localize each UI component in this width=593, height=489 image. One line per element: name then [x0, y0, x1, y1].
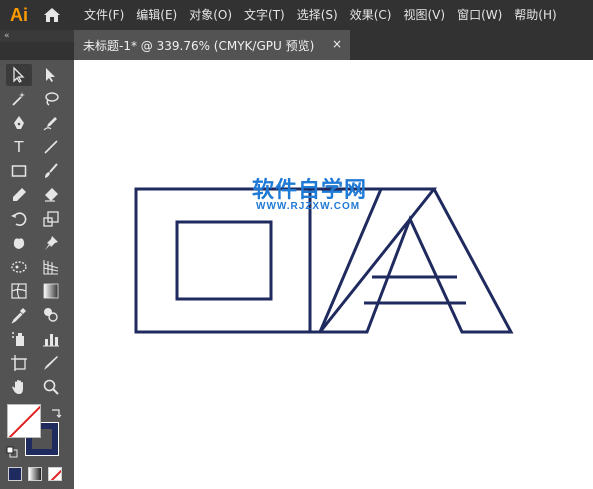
scale-tool[interactable]: [38, 208, 64, 230]
eraser-icon: [45, 188, 58, 202]
home-button[interactable]: [38, 0, 66, 30]
none-slash-icon: [8, 405, 40, 437]
puppet-warp-tool[interactable]: [38, 232, 64, 254]
warp-hand-icon: [13, 238, 25, 249]
column-graph-icon: [43, 334, 59, 347]
pen-tool[interactable]: [6, 112, 32, 134]
free-transform-icon: [11, 261, 27, 273]
eyedropper-tool[interactable]: [6, 304, 32, 326]
paintbrush-icon: [45, 163, 58, 178]
mesh-icon: [11, 283, 27, 299]
none-mode-button[interactable]: [48, 467, 62, 481]
scale-icon: [43, 211, 59, 227]
rotate-icon: [11, 212, 27, 226]
eyedropper-icon: [11, 308, 26, 324]
perspective-grid-tool[interactable]: [38, 256, 64, 278]
artboard-canvas[interactable]: [74, 60, 593, 489]
rotate-tool[interactable]: [6, 208, 32, 230]
home-icon: [44, 8, 60, 22]
swap-fill-stroke-icon[interactable]: [50, 404, 62, 418]
line-segment-tool[interactable]: [38, 136, 64, 158]
none-red-slash-icon: [50, 469, 61, 480]
paintbrush-tool[interactable]: [38, 160, 64, 182]
slice-knife-icon: [44, 356, 58, 370]
rectangle-icon: [11, 165, 27, 177]
watermark-url: WWW.RJZXW.COM: [256, 201, 361, 212]
artboard-tool[interactable]: [6, 352, 32, 374]
gradient-mode-button[interactable]: [28, 467, 42, 481]
menu-window[interactable]: 窗口(W): [451, 0, 508, 30]
artboard-icon: [11, 355, 27, 371]
tab-close-icon[interactable]: ×: [332, 37, 342, 51]
perspective-grid-icon: [43, 260, 59, 275]
rectangle-tool[interactable]: [6, 160, 32, 182]
selection-tool[interactable]: [6, 64, 32, 86]
lasso-icon: [45, 92, 59, 106]
magic-wand-tool[interactable]: [6, 88, 32, 110]
pencil-icon: [13, 188, 26, 201]
pin-icon: [45, 236, 58, 250]
default-fill-stroke-icon[interactable]: [6, 443, 18, 458]
hand-icon: [12, 380, 23, 394]
menu-help[interactable]: 帮助(H): [508, 0, 562, 30]
inner-square-shape: [175, 220, 273, 301]
curvature-pen-icon: [43, 117, 57, 131]
document-tab-title: 未标题-1* @ 339.76% (CMYK/GPU 预览): [83, 38, 315, 53]
gradient-tool[interactable]: [38, 280, 64, 302]
selection-arrow-icon: [13, 66, 25, 83]
zoom-tool[interactable]: [38, 376, 64, 398]
type-t-icon: T: [14, 138, 24, 156]
menu-file[interactable]: 文件(F): [78, 0, 130, 30]
menu-effect[interactable]: 效果(C): [344, 0, 398, 30]
menu-items: 文件(F) 编辑(E) 对象(O) 文字(T) 选择(S) 效果(C) 视图(V…: [78, 0, 563, 30]
panel-collapse-button[interactable]: «: [0, 30, 74, 42]
menu-edit[interactable]: 编辑(E): [130, 0, 183, 30]
gradient-icon: [43, 283, 59, 299]
menu-type[interactable]: 文字(T): [238, 0, 291, 30]
shaper-tool[interactable]: [6, 184, 32, 206]
shape-builder-tool[interactable]: [38, 304, 64, 326]
curvature-tool[interactable]: [38, 112, 64, 134]
column-graph-tool[interactable]: [38, 328, 64, 350]
menu-select[interactable]: 选择(S): [291, 0, 344, 30]
menu-bar: Ai 文件(F) 编辑(E) 对象(O) 文字(T) 选择(S) 效果(C) 视…: [0, 0, 593, 30]
document-tab[interactable]: 未标题-1* @ 339.76% (CMYK/GPU 预览) ×: [74, 30, 350, 60]
color-mode-button[interactable]: [8, 467, 22, 481]
mesh-tool[interactable]: [6, 280, 32, 302]
magic-wand-icon: [12, 92, 25, 106]
zoom-magnifier-icon: [43, 379, 59, 395]
tools-panel: T: [0, 60, 74, 489]
artwork: [134, 187, 514, 334]
menu-view[interactable]: 视图(V): [397, 0, 451, 30]
symbol-sprayer-icon: [12, 332, 24, 346]
line-segment-icon: [44, 140, 58, 154]
lasso-tool[interactable]: [38, 88, 64, 110]
illustrator-window: Ai 文件(F) 编辑(E) 对象(O) 文字(T) 选择(S) 效果(C) 视…: [0, 0, 593, 489]
shape-builder-icon: [44, 308, 58, 322]
warp-tool[interactable]: [6, 232, 32, 254]
free-transform-tool[interactable]: [6, 256, 32, 278]
direct-selection-tool[interactable]: [38, 64, 64, 86]
slice-tool[interactable]: [38, 352, 64, 374]
type-tool[interactable]: T: [6, 136, 32, 158]
eraser-tool[interactable]: [38, 184, 64, 206]
watermark-title: 软件自学网: [252, 178, 368, 203]
app-logo: Ai: [10, 4, 28, 25]
document-tab-strip: « 未标题-1* @ 339.76% (CMYK/GPU 预览) ×: [0, 30, 593, 60]
pen-icon: [14, 116, 24, 129]
fill-swatch[interactable]: [7, 404, 41, 438]
direct-selection-arrow-icon: [46, 68, 55, 82]
hand-tool[interactable]: [6, 376, 32, 398]
menu-object[interactable]: 对象(O): [183, 0, 238, 30]
symbol-sprayer-tool[interactable]: [6, 328, 32, 350]
